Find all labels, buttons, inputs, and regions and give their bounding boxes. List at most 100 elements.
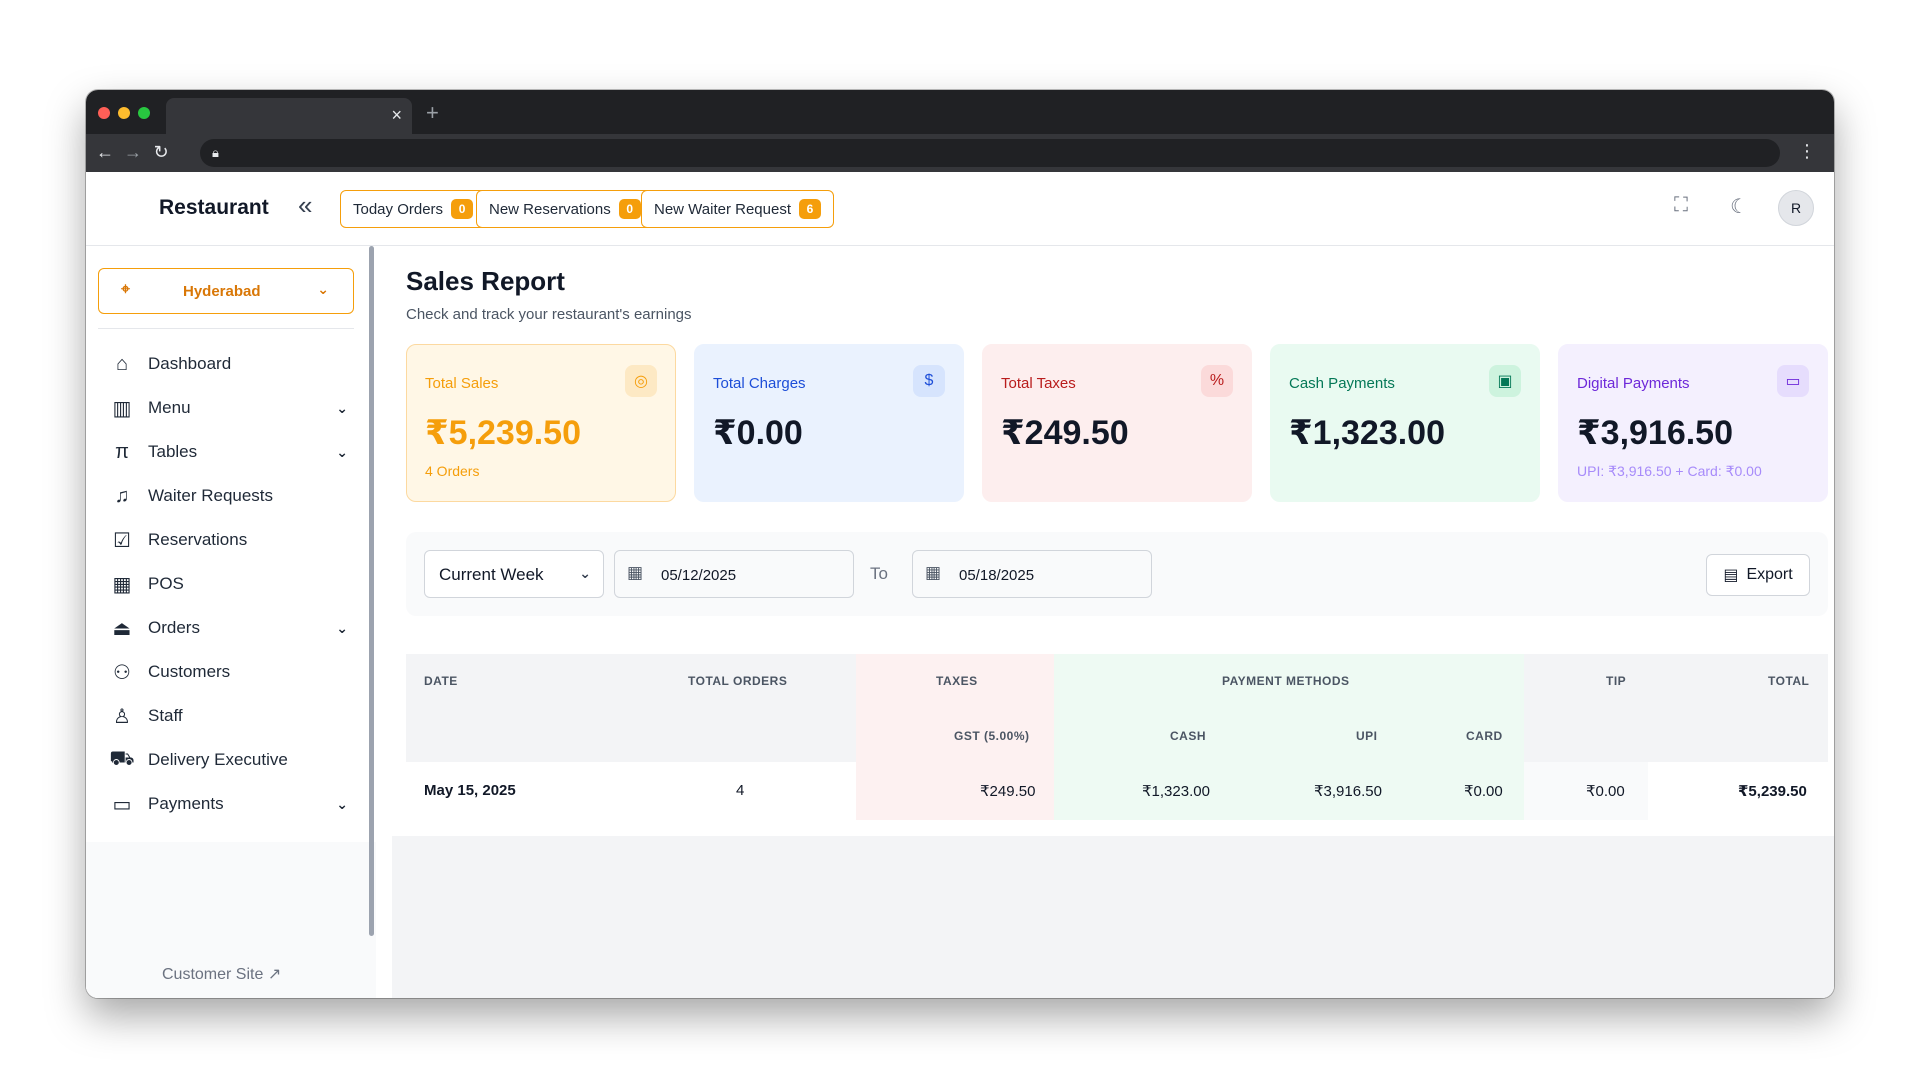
browser-tabstrip: × +	[86, 90, 1834, 134]
header-total: TOTAL	[1768, 674, 1810, 688]
back-icon[interactable]: ←	[94, 142, 116, 163]
external-link-icon: ↗	[267, 966, 282, 983]
dark-mode-icon[interactable]: ☾	[1730, 194, 1748, 219]
browser-menu-icon[interactable]: ⋮	[1798, 141, 1816, 162]
cell-gst: ₹249.50	[980, 783, 1036, 800]
cell-tip: ₹0.00	[1586, 783, 1625, 800]
pos-icon: ▦	[112, 573, 132, 596]
avatar[interactable]: R	[1778, 190, 1814, 226]
count-badge: 0	[451, 199, 474, 219]
lock-icon: 🔒︎	[212, 145, 219, 160]
fullscreen-icon[interactable]: ⛶	[1674, 194, 1688, 217]
new-reservations-button[interactable]: New Reservations 0	[476, 190, 654, 228]
card-sub: 4 Orders	[425, 463, 480, 479]
reload-icon[interactable]: ↻	[150, 142, 172, 163]
customer-site-label: Customer Site	[162, 966, 264, 983]
collapse-sidebar-icon[interactable]: «	[298, 190, 312, 221]
header-payment-methods: PAYMENT METHODS	[1222, 674, 1350, 688]
home-icon: ⌂	[115, 352, 129, 375]
new-waiter-request-button[interactable]: New Waiter Request 6	[641, 190, 834, 228]
start-date-value: 05/12/2025	[661, 567, 737, 584]
sidebar-item-orders[interactable]: ⏏ Orders ⌄	[108, 606, 358, 650]
close-window-button[interactable]	[98, 107, 110, 119]
chevron-down-icon: ⌄	[336, 795, 348, 812]
sidebar-item-label: Staff	[148, 706, 183, 725]
period-value: Current Week	[439, 565, 544, 584]
staff-icon: ♙	[113, 705, 131, 728]
sidebar-item-label: Delivery Executive	[148, 750, 288, 769]
close-icon[interactable]: ×	[391, 105, 402, 126]
sidebar-item-reservations[interactable]: ☑ Reservations	[108, 518, 358, 562]
sidebar-item-waiter-requests[interactable]: ♫ Waiter Requests	[108, 474, 358, 518]
card-title: Total Sales	[425, 375, 499, 392]
sidebar-item-label: Payments	[148, 794, 224, 813]
brand-name[interactable]: Restaurant	[159, 196, 269, 220]
header-total-orders: TOTAL ORDERS	[688, 674, 788, 688]
cloche-icon: ⏏	[112, 617, 132, 640]
target-icon: ◎	[625, 365, 657, 397]
sales-report-panel: Sales Report Check and track your restau…	[392, 246, 1834, 836]
sidebar-item-label: POS	[148, 574, 184, 593]
browser-tab[interactable]: ×	[166, 98, 412, 134]
start-date-input[interactable]: ▦ 05/12/2025	[614, 550, 854, 598]
cell-cash: ₹1,323.00	[1142, 783, 1210, 800]
address-bar[interactable]: 🔒︎	[200, 139, 1780, 167]
card-title: Cash Payments	[1289, 375, 1395, 392]
total-charges-card: Total Charges $ ₹0.00	[694, 344, 964, 502]
sidebar-item-customers[interactable]: ⚇ Customers	[108, 650, 358, 694]
period-select[interactable]: Current Week ⌄	[424, 550, 604, 598]
table-row[interactable]: May 15, 2025 4 ₹249.50 ₹1,323.00 ₹3,916.…	[406, 762, 1828, 820]
card-value: ₹0.00	[713, 414, 803, 452]
card-title: Total Charges	[713, 375, 806, 392]
sidebar-item-label: Tables	[148, 442, 198, 461]
card-value: ₹5,239.50	[425, 414, 582, 452]
sidebar-item-dashboard[interactable]: ⌂ Dashboard	[108, 342, 358, 386]
cell-upi: ₹3,916.50	[1314, 783, 1382, 800]
cell-date: May 15, 2025	[424, 782, 516, 799]
table-icon: π	[115, 440, 129, 463]
cash-icon: ▣	[1489, 365, 1521, 397]
export-label: Export	[1746, 566, 1793, 583]
forward-icon[interactable]: →	[122, 142, 144, 163]
count-badge: 6	[799, 199, 821, 219]
end-date-input[interactable]: ▦ 05/18/2025	[912, 550, 1152, 598]
customer-site-link[interactable]: Customer Site ↗	[162, 964, 281, 984]
header-date: DATE	[424, 674, 458, 688]
maximize-window-button[interactable]	[138, 107, 150, 119]
end-date-value: 05/18/2025	[959, 567, 1035, 584]
browser-window: × + ← → ↻ 🔒︎ ⋮ Restaurant « Today Orders…	[86, 90, 1834, 998]
sidebar-item-label: Waiter Requests	[148, 486, 274, 505]
sidebar-item-pos[interactable]: ▦ POS	[108, 562, 358, 606]
scooter-icon: ⛟	[109, 747, 135, 770]
sidebar-item-label: Customers	[148, 662, 231, 681]
location-select[interactable]: ⌖ Hyderabad ⌄	[98, 268, 354, 314]
pill-label: New Waiter Request	[654, 200, 791, 218]
minimize-window-button[interactable]	[118, 107, 130, 119]
chevron-down-icon: ⌄	[336, 399, 348, 416]
to-label: To	[870, 564, 888, 583]
new-tab-button[interactable]: +	[426, 100, 439, 126]
sidebar-scrollbar[interactable]	[369, 246, 374, 936]
calendar-icon: ▦	[627, 563, 644, 582]
header-tip: TIP	[1606, 674, 1627, 688]
chevron-down-icon: ⌄	[317, 281, 329, 297]
header-gst: GST (5.00%)	[954, 729, 1030, 743]
sidebar-item-payments[interactable]: ▭ Payments ⌄	[108, 782, 358, 826]
today-orders-button[interactable]: Today Orders 0	[340, 190, 487, 228]
export-button[interactable]: ▤ Export	[1706, 554, 1810, 596]
location-label: Hyderabad	[183, 283, 261, 300]
pill-label: Today Orders	[353, 200, 444, 218]
dollar-circle-icon: $	[913, 365, 945, 397]
sidebar-item-delivery-executive[interactable]: ⛟ Delivery Executive	[108, 738, 358, 782]
file-export-icon: ▤	[1723, 567, 1739, 584]
page-subtitle: Check and track your restaurant's earnin…	[406, 306, 692, 323]
sidebar-item-staff[interactable]: ♙ Staff	[108, 694, 358, 738]
card-value: ₹1,323.00	[1289, 414, 1446, 452]
calendar-icon: ▦	[925, 563, 942, 582]
sidebar-item-label: Menu	[148, 398, 191, 417]
sidebar-item-tables[interactable]: π Tables ⌄	[108, 430, 358, 474]
sidebar-item-menu[interactable]: ▥ Menu ⌄	[108, 386, 358, 430]
wallet-icon: ▭	[112, 793, 132, 816]
page-title: Sales Report	[406, 266, 565, 296]
card-sub: UPI: ₹3,916.50 + Card: ₹0.00	[1577, 463, 1762, 479]
